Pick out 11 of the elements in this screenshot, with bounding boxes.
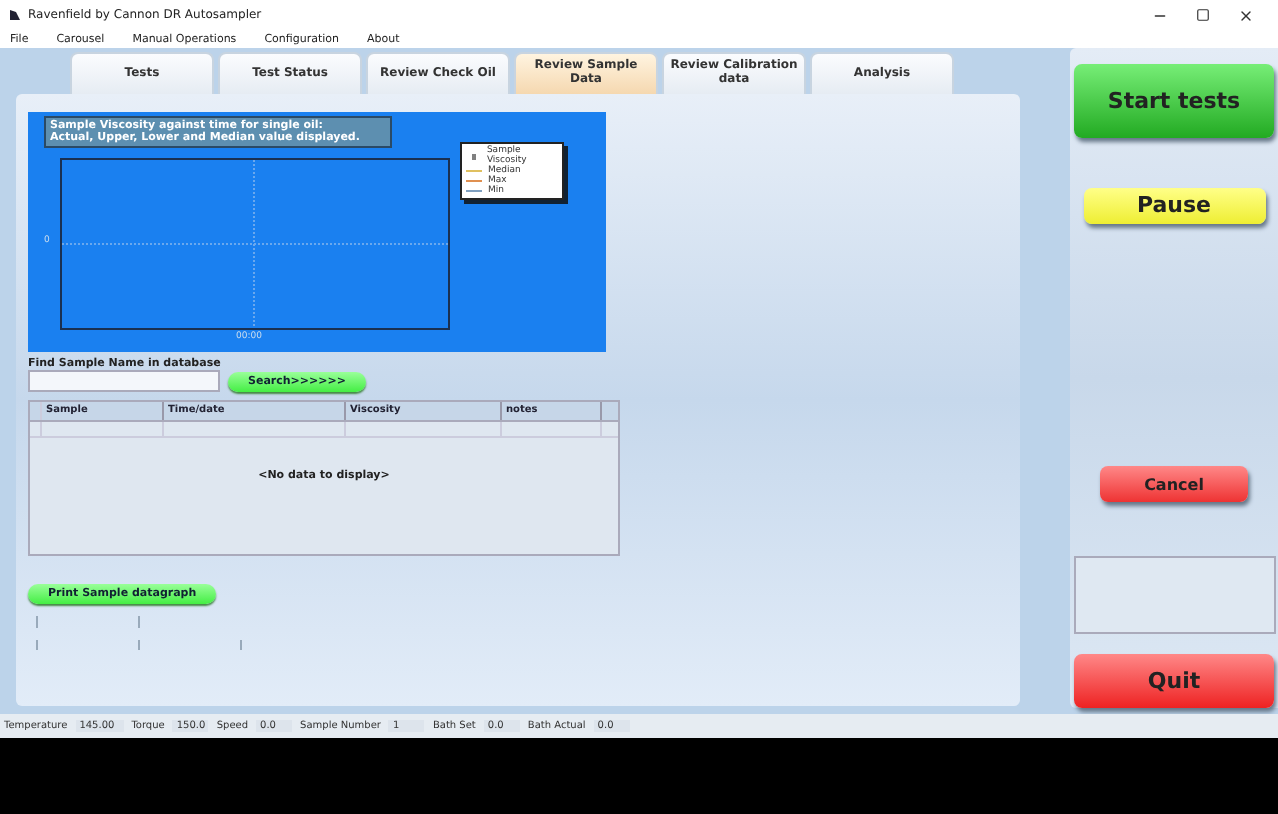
quit-button[interactable]: Quit bbox=[1074, 654, 1274, 708]
cancel-button[interactable]: Cancel bbox=[1100, 466, 1248, 503]
app-icon bbox=[8, 8, 22, 22]
tick-mark bbox=[240, 640, 242, 650]
tick-mark bbox=[36, 640, 38, 650]
maximize-icon[interactable] bbox=[1196, 7, 1210, 21]
close-icon[interactable] bbox=[1238, 7, 1254, 23]
pause-button[interactable]: Pause bbox=[1083, 187, 1265, 224]
search-field[interactable] bbox=[28, 370, 220, 392]
tick-mark bbox=[138, 640, 140, 650]
start-button[interactable]: Start tests bbox=[1074, 64, 1274, 138]
